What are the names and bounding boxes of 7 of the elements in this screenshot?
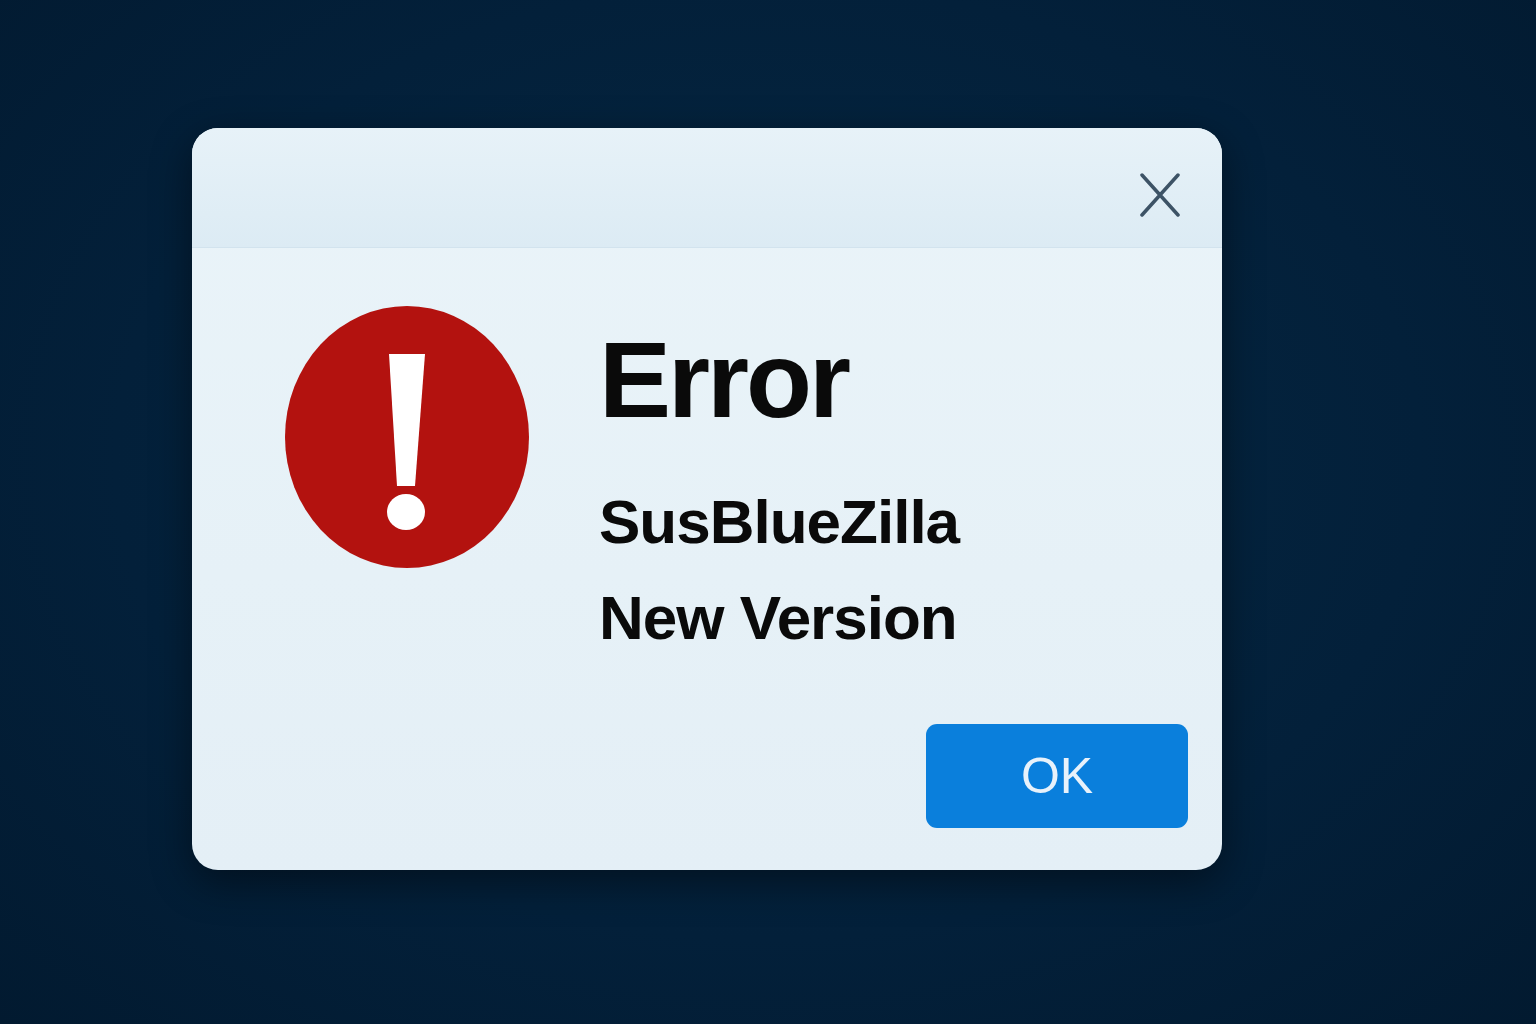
- close-button[interactable]: [1140, 173, 1180, 217]
- message-line: SusBlueZilla: [599, 486, 960, 558]
- ok-button[interactable]: OK: [926, 724, 1188, 828]
- exclamation-icon: [285, 306, 529, 568]
- message-line: New Version: [599, 582, 958, 655]
- close-icon: [1140, 173, 1180, 217]
- error-heading: Error: [599, 326, 850, 434]
